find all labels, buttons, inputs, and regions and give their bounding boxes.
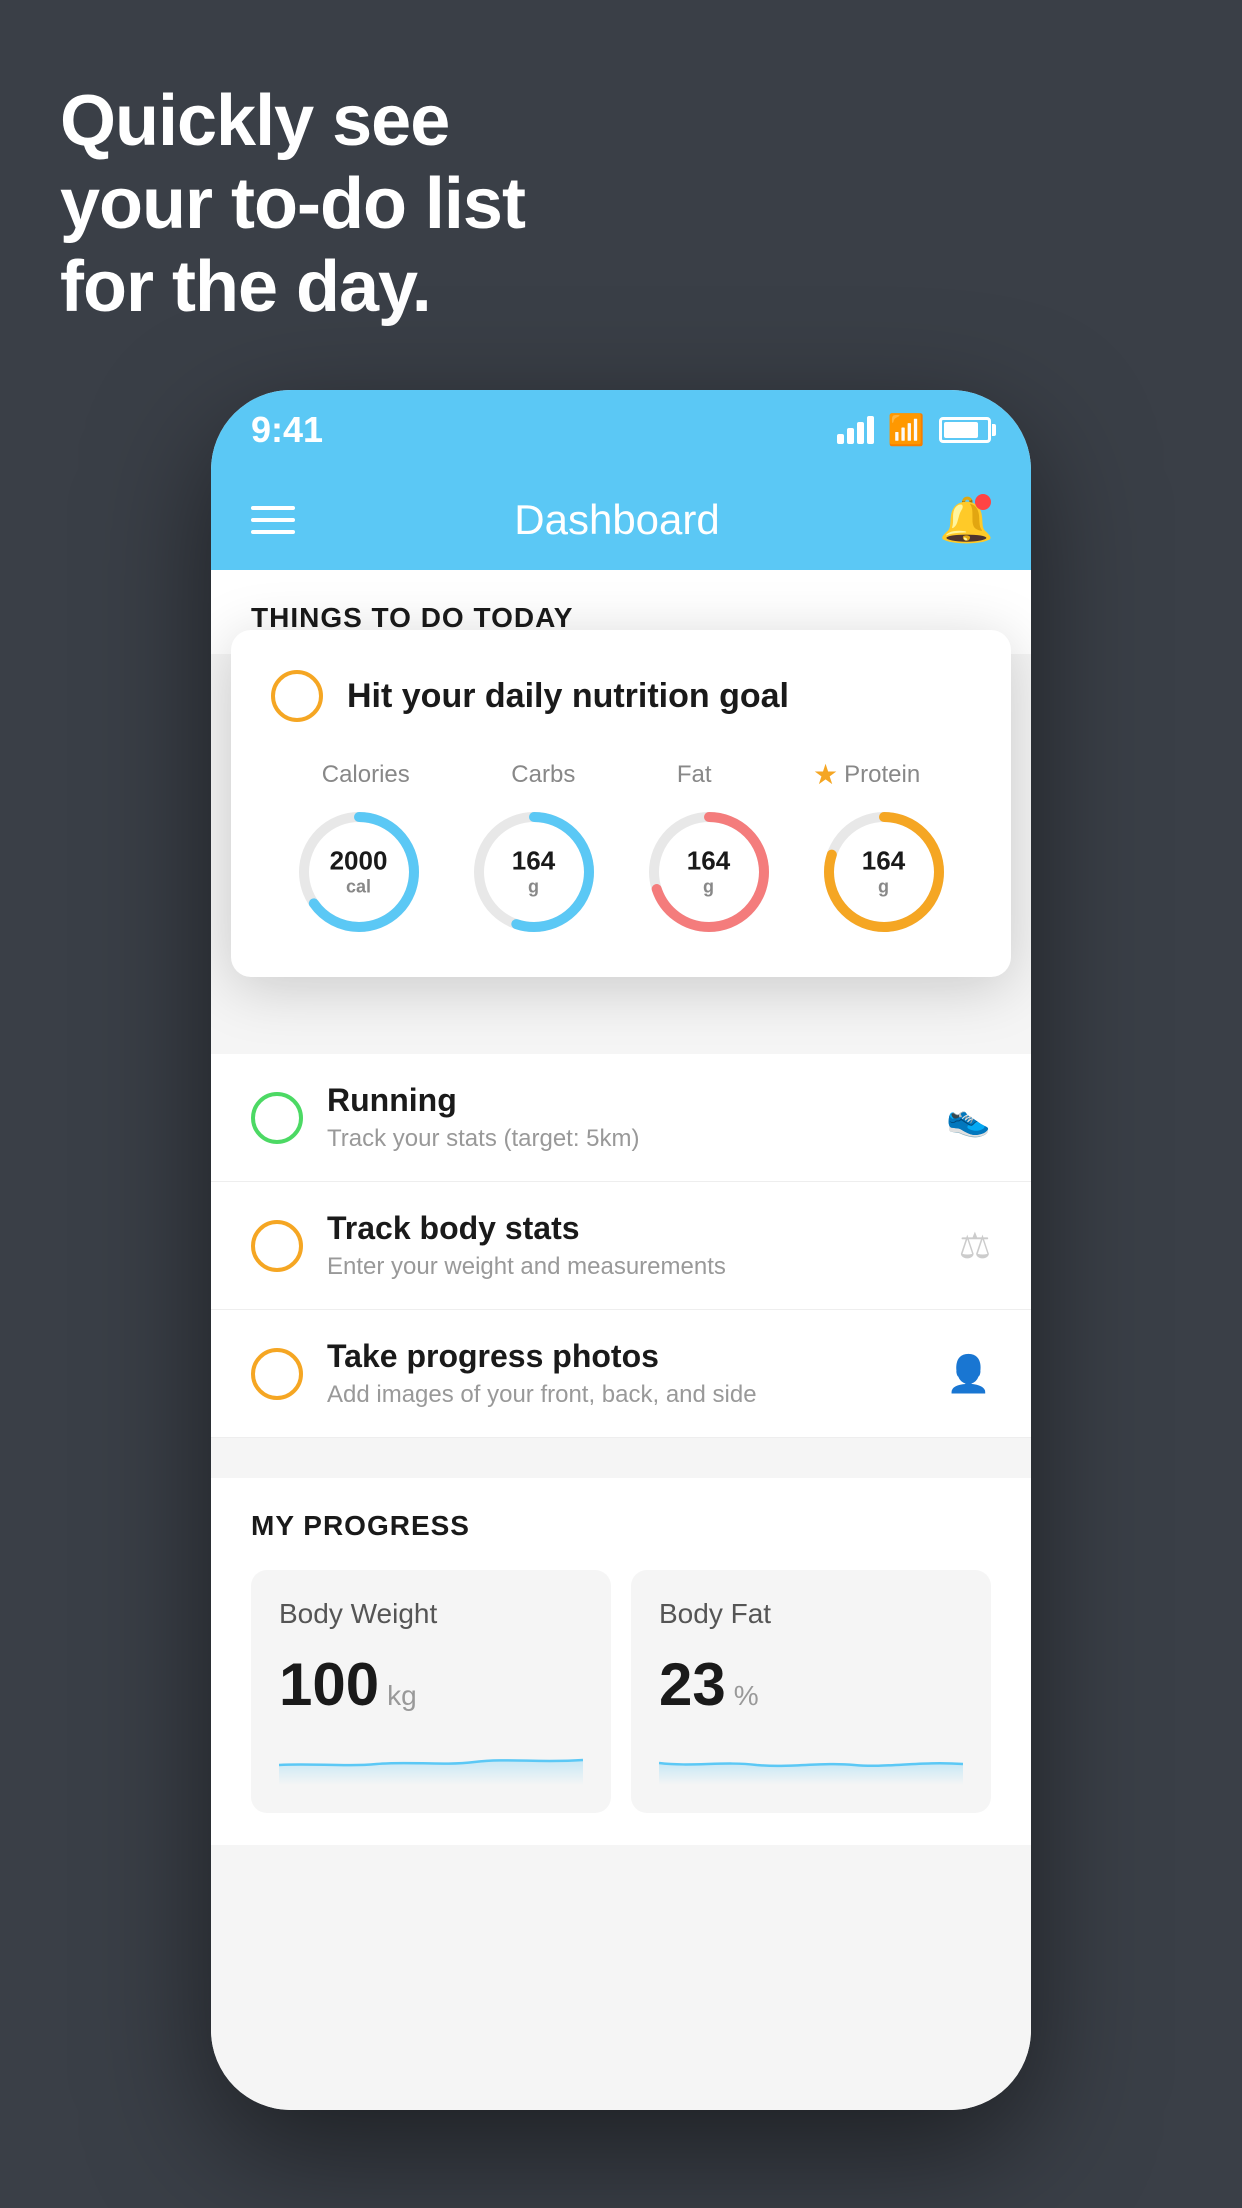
- nutrition-card: Hit your daily nutrition goal Calories C…: [231, 630, 1011, 977]
- status-bar: 9:41 📶: [211, 390, 1031, 470]
- nutrition-labels: Calories Carbs Fat ★ Protein: [271, 758, 971, 791]
- scale-icon: ⚖: [959, 1225, 991, 1267]
- body-stats-subtitle: Enter your weight and measurements: [327, 1253, 935, 1281]
- body-weight-card: Body Weight 100 kg: [251, 1570, 611, 1813]
- running-subtitle: Track your stats (target: 5km): [327, 1125, 922, 1153]
- calories-ring: 2000 cal: [294, 807, 424, 937]
- body-fat-card: Body Fat 23 %: [631, 1570, 991, 1813]
- photos-text: Take progress photos Add images of your …: [327, 1338, 922, 1409]
- notification-bell-button[interactable]: 🔔: [939, 494, 991, 546]
- hero-line-2: your to-do list: [60, 163, 525, 246]
- fat-ring: 164 g: [644, 807, 774, 937]
- todo-item-running[interactable]: Running Track your stats (target: 5km) 👟: [211, 1054, 1031, 1182]
- protein-label: ★ Protein: [813, 758, 920, 791]
- running-checkbox[interactable]: [251, 1092, 303, 1144]
- body-weight-chart: [279, 1735, 583, 1785]
- hero-line-1: Quickly see: [60, 80, 525, 163]
- body-weight-unit: kg: [387, 1680, 417, 1712]
- todo-item-body-stats[interactable]: Track body stats Enter your weight and m…: [211, 1182, 1031, 1310]
- wifi-icon: 📶: [888, 413, 925, 448]
- running-title: Running: [327, 1082, 922, 1119]
- hamburger-line: [251, 530, 295, 534]
- hero-text: Quickly see your to-do list for the day.: [60, 80, 525, 328]
- phone-frame: 9:41 📶 Dashboard: [211, 390, 1031, 2110]
- body-fat-label: Body Fat: [659, 1598, 963, 1630]
- body-weight-label: Body Weight: [279, 1598, 583, 1630]
- nutrition-rings: 2000 cal 164: [271, 807, 971, 937]
- body-stats-text: Track body stats Enter your weight and m…: [327, 1210, 935, 1281]
- status-time: 9:41: [251, 409, 323, 451]
- star-icon: ★: [813, 758, 838, 791]
- protein-ring: 164 g: [819, 807, 949, 937]
- card-header: Hit your daily nutrition goal: [271, 670, 971, 722]
- body-stats-title: Track body stats: [327, 1210, 935, 1247]
- fat-label: Fat: [677, 758, 712, 791]
- photos-checkbox[interactable]: [251, 1348, 303, 1400]
- todo-item-photos[interactable]: Take progress photos Add images of your …: [211, 1310, 1031, 1438]
- photos-title: Take progress photos: [327, 1338, 922, 1375]
- photos-subtitle: Add images of your front, back, and side: [327, 1381, 922, 1409]
- progress-section: MY PROGRESS Body Weight 100 kg: [211, 1478, 1031, 1845]
- nutrition-checkbox[interactable]: [271, 670, 323, 722]
- body-fat-number: 23: [659, 1650, 726, 1719]
- signal-icon: [837, 416, 874, 444]
- hero-line-3: for the day.: [60, 246, 525, 329]
- body-fat-value: 23 %: [659, 1650, 963, 1719]
- nav-title: Dashboard: [514, 496, 719, 544]
- progress-title: MY PROGRESS: [251, 1510, 991, 1542]
- running-icon: 👟: [946, 1097, 991, 1139]
- phone-mockup: 9:41 📶 Dashboard: [211, 390, 1031, 2140]
- body-stats-checkbox[interactable]: [251, 1220, 303, 1272]
- calories-label: Calories: [322, 758, 410, 791]
- notification-badge: [975, 494, 991, 510]
- todo-list: Running Track your stats (target: 5km) 👟…: [211, 1054, 1031, 1438]
- carbs-ring: 164 g: [469, 807, 599, 937]
- progress-cards: Body Weight 100 kg: [251, 1570, 991, 1813]
- nutrition-task-title: Hit your daily nutrition goal: [347, 677, 789, 716]
- body-fat-unit: %: [734, 1680, 759, 1712]
- carbs-label: Carbs: [511, 758, 575, 791]
- battery-icon: [939, 417, 991, 443]
- person-icon: 👤: [946, 1353, 991, 1395]
- nav-bar: Dashboard 🔔: [211, 470, 1031, 570]
- status-icons: 📶: [837, 413, 991, 448]
- body-weight-number: 100: [279, 1650, 379, 1719]
- hamburger-line: [251, 518, 295, 522]
- hamburger-line: [251, 506, 295, 510]
- hamburger-menu-button[interactable]: [251, 506, 295, 534]
- body-weight-value: 100 kg: [279, 1650, 583, 1719]
- body-fat-chart: [659, 1735, 963, 1785]
- phone-content: THINGS TO DO TODAY Hit your daily nutrit…: [211, 570, 1031, 2110]
- running-text: Running Track your stats (target: 5km): [327, 1082, 922, 1153]
